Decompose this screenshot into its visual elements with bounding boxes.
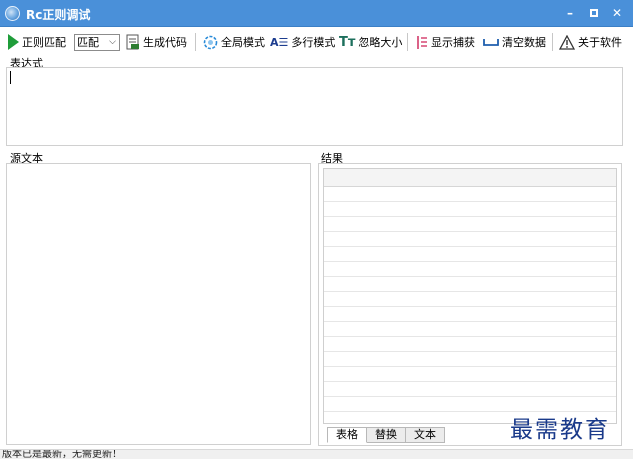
ignore-case-label: 忽略大小 — [358, 36, 403, 49]
grid-header — [324, 169, 616, 187]
title-bar: Rc正则调试 – ✕ — [0, 0, 633, 27]
table-row — [324, 292, 616, 307]
app-logo-icon — [5, 6, 20, 21]
maximize-button[interactable] — [583, 3, 605, 23]
multiline-mode-label: 多行模式 — [291, 36, 336, 49]
clear-icon — [483, 39, 499, 46]
status-message: 版本已是最新，无需更新！ — [2, 449, 122, 459]
table-row — [324, 382, 616, 397]
clear-data-label: 清空数据 — [502, 36, 546, 49]
table-row — [324, 217, 616, 232]
generate-code-label: 生成代码 — [143, 36, 187, 49]
status-bar: 版本已是最新，无需更新！ — [0, 449, 633, 459]
source-text-input[interactable] — [6, 163, 311, 445]
table-row — [324, 277, 616, 292]
table-row — [324, 247, 616, 262]
table-row — [324, 307, 616, 322]
toolbar-divider — [552, 33, 553, 51]
tab-table[interactable]: 表格 — [327, 427, 367, 443]
globe-icon — [203, 35, 218, 49]
table-row — [324, 232, 616, 247]
table-row — [324, 352, 616, 367]
text-caret — [10, 71, 11, 84]
table-row — [324, 322, 616, 337]
warning-triangle-icon — [559, 34, 575, 50]
global-mode-button[interactable]: 全局模式 — [203, 32, 265, 52]
result-grid[interactable] — [323, 168, 617, 424]
watermark-text: 最需教育 — [510, 417, 610, 443]
show-capture-button[interactable]: 显示捕获 — [415, 32, 475, 52]
about-button[interactable]: 关于软件 — [559, 32, 622, 52]
table-row — [324, 187, 616, 202]
table-row — [324, 367, 616, 382]
expression-input[interactable] — [6, 67, 623, 146]
chevron-down-icon: ⌵ — [109, 37, 116, 47]
result-panel: 表格 替换 文本 — [318, 163, 622, 446]
close-button[interactable]: ✕ — [606, 3, 628, 23]
window-title: Rc正则调试 — [26, 8, 91, 22]
clear-data-button[interactable]: 清空数据 — [483, 32, 546, 52]
regex-match-label: 正则匹配 — [22, 36, 66, 49]
play-icon — [8, 34, 19, 50]
generate-code-button[interactable]: 生成代码 — [126, 32, 187, 52]
table-row — [324, 262, 616, 277]
match-mode-value: 匹配 — [77, 36, 99, 49]
text-case-icon: Tт — [339, 34, 356, 50]
multiline-mode-button[interactable]: A☰ 多行模式 — [270, 32, 335, 52]
table-row — [324, 202, 616, 217]
global-mode-label: 全局模式 — [221, 36, 265, 49]
maximize-icon — [590, 9, 598, 17]
tab-replace[interactable]: 替换 — [367, 427, 406, 443]
regex-match-button[interactable]: 正则匹配 — [8, 32, 66, 52]
match-mode-select[interactable]: 匹配 ⌵ — [74, 34, 120, 51]
toolbar-divider — [195, 33, 196, 51]
capture-list-icon — [417, 35, 427, 49]
minimize-button[interactable]: – — [559, 3, 581, 23]
show-capture-label: 显示捕获 — [431, 36, 475, 49]
multiline-text-icon: A☰ — [270, 35, 289, 49]
about-label: 关于软件 — [578, 36, 622, 49]
toolbar-divider — [407, 33, 408, 51]
result-tabs: 表格 替换 文本 — [327, 427, 445, 443]
table-row — [324, 337, 616, 352]
document-code-icon — [126, 34, 139, 50]
tab-text[interactable]: 文本 — [406, 427, 445, 443]
ignore-case-button[interactable]: Tт 忽略大小 — [339, 32, 402, 52]
